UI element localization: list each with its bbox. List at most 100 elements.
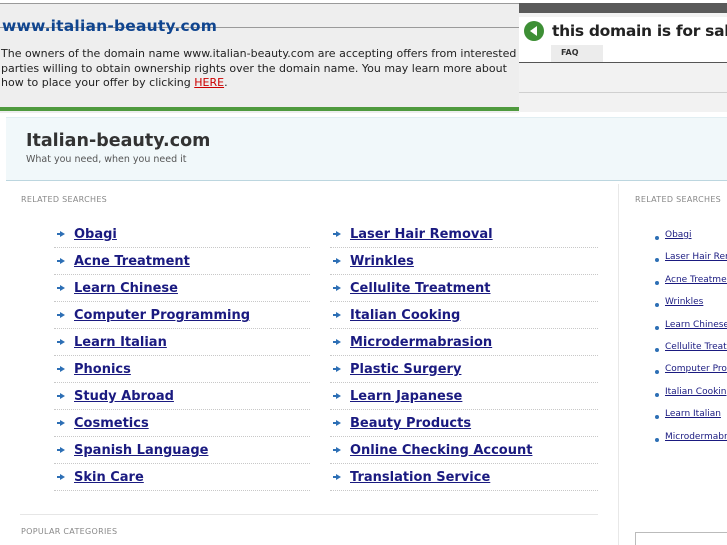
sale-panel: this domain is for sale FAQ [519,3,727,112]
list-item[interactable]: Acne Treatment [54,249,310,275]
arrow-icon [333,312,341,318]
list-item[interactable]: Cellulite Treatment [330,276,598,302]
sidebar-item[interactable]: Cellulite Treatment [625,340,727,362]
list-item[interactable]: Computer Programming [54,303,310,329]
related-link[interactable]: Learn Italian [74,335,167,350]
sidebar-link[interactable]: Microdermabrasion [665,432,727,442]
arrow-icon [57,339,65,345]
related-link[interactable]: Phonics [74,362,131,377]
banner-description-text: The owners of the domain name www.italia… [1,47,517,89]
related-link[interactable]: Study Abroad [74,389,174,404]
sidebar-item[interactable]: Wrinkles [625,295,727,317]
list-item[interactable]: Spanish Language [54,438,310,464]
list-item[interactable]: Skin Care [54,465,310,491]
list-item[interactable]: Phonics [54,357,310,383]
list-item[interactable]: Laser Hair Removal [330,222,598,248]
arrow-icon [57,447,65,453]
arrow-icon [57,258,65,264]
sidebar-link[interactable]: Wrinkles [665,297,703,307]
related-link[interactable]: Computer Programming [74,308,250,323]
arrow-icon [333,420,341,426]
related-link[interactable]: Laser Hair Removal [350,227,493,242]
sidebar-link[interactable]: Obagi [665,230,692,240]
sale-heading-text: this domain is for sale [552,22,727,40]
site-title[interactable]: Italian-beauty.com [26,131,210,151]
bullet-icon [655,236,659,240]
sidebar-search-input[interactable] [635,532,727,545]
list-item[interactable]: Study Abroad [54,384,310,410]
site-tagline: What you need, when you need it [26,154,187,165]
sidebar-link[interactable]: Learn Chinese [665,320,727,330]
list-item[interactable]: Learn Japanese [330,384,598,410]
related-link[interactable]: Learn Chinese [74,281,178,296]
bullet-icon [655,437,659,442]
sidebar-item[interactable]: Obagi [625,228,727,250]
related-link[interactable]: Beauty Products [350,416,471,431]
sidebar-link[interactable]: Learn Italian [665,409,721,419]
arrow-icon [333,366,341,372]
bullet-icon [655,258,659,263]
sidebar-link[interactable]: Computer Programming [665,364,727,374]
sale-banner: www.italian-beauty.com The owners of the… [0,0,727,113]
list-item[interactable]: Cosmetics [54,411,310,437]
related-link[interactable]: Cellulite Treatment [350,281,490,296]
sidebar-label: RELATED SEARCHES [635,195,722,204]
related-link[interactable]: Acne Treatment [74,254,190,269]
related-link[interactable]: Spanish Language [74,443,208,458]
list-item[interactable]: Learn Italian [54,330,310,356]
arrow-icon [57,231,65,237]
bullet-icon [655,280,659,285]
sale-divider-light [519,92,727,93]
arrow-icon [333,447,341,453]
arrow-icon [333,231,341,237]
bullet-icon [655,303,659,308]
related-link[interactable]: Online Checking Account [350,443,532,458]
arrow-icon [333,339,341,345]
list-item[interactable]: Beauty Products [330,411,598,437]
related-link[interactable]: Translation Service [350,470,490,485]
list-item[interactable]: Microdermabrasion [330,330,598,356]
site-header: Italian-beauty.com What you need, when y… [6,117,727,181]
related-link[interactable]: Microdermabrasion [350,335,492,350]
related-link[interactable]: Skin Care [74,470,144,485]
arrow-icon [57,420,65,426]
list-item[interactable]: Wrinkles [330,249,598,275]
sidebar-item[interactable]: Italian Cooking [625,385,727,407]
list-item[interactable]: Plastic Surgery [330,357,598,383]
sale-heading[interactable]: this domain is for sale [519,17,727,45]
faq-label[interactable]: FAQ [561,48,579,57]
popular-categories-label: POPULAR CATEGORIES [21,527,118,536]
arrow-left-icon [524,21,544,41]
sidebar-item[interactable]: Acne Treatment [625,273,727,295]
sidebar-link[interactable]: Acne Treatment [665,275,727,285]
sidebar-list: Obagi Laser Hair Removal Acne Treatment … [625,228,727,452]
sidebar-link[interactable]: Italian Cooking [665,387,727,397]
banner-domain-title: www.italian-beauty.com [2,17,218,35]
list-item[interactable]: Online Checking Account [330,438,598,464]
list-item[interactable]: Obagi [54,222,310,248]
sidebar-item[interactable]: Learn Chinese [625,318,727,340]
banner-green-bar [0,107,519,111]
related-link[interactable]: Obagi [74,227,117,242]
sidebar-link[interactable]: Cellulite Treatment [665,342,727,352]
sidebar-item[interactable]: Learn Italian [625,407,727,429]
list-item[interactable]: Learn Chinese [54,276,310,302]
bullet-icon [655,370,659,375]
list-item[interactable]: Translation Service [330,465,598,491]
related-link[interactable]: Plastic Surgery [350,362,461,377]
sidebar: RELATED SEARCHES Obagi Laser Hair Remova… [625,184,727,545]
related-link[interactable]: Italian Cooking [350,308,460,323]
here-link[interactable]: HERE [194,76,224,89]
related-link[interactable]: Learn Japanese [350,389,462,404]
sidebar-item[interactable]: Microdermabrasion [625,430,727,452]
sidebar-link[interactable]: Laser Hair Removal [665,252,727,262]
arrow-icon [57,285,65,291]
sidebar-item[interactable]: Laser Hair Removal [625,250,727,272]
related-link[interactable]: Cosmetics [74,416,149,431]
sidebar-item[interactable]: Computer Programming [625,362,727,384]
arrow-icon [57,366,65,372]
list-item[interactable]: Italian Cooking [330,303,598,329]
related-column-left: Obagi Acne Treatment Learn Chinese Compu… [54,222,310,492]
sale-panel-top-strip [519,3,727,13]
related-link[interactable]: Wrinkles [350,254,414,269]
